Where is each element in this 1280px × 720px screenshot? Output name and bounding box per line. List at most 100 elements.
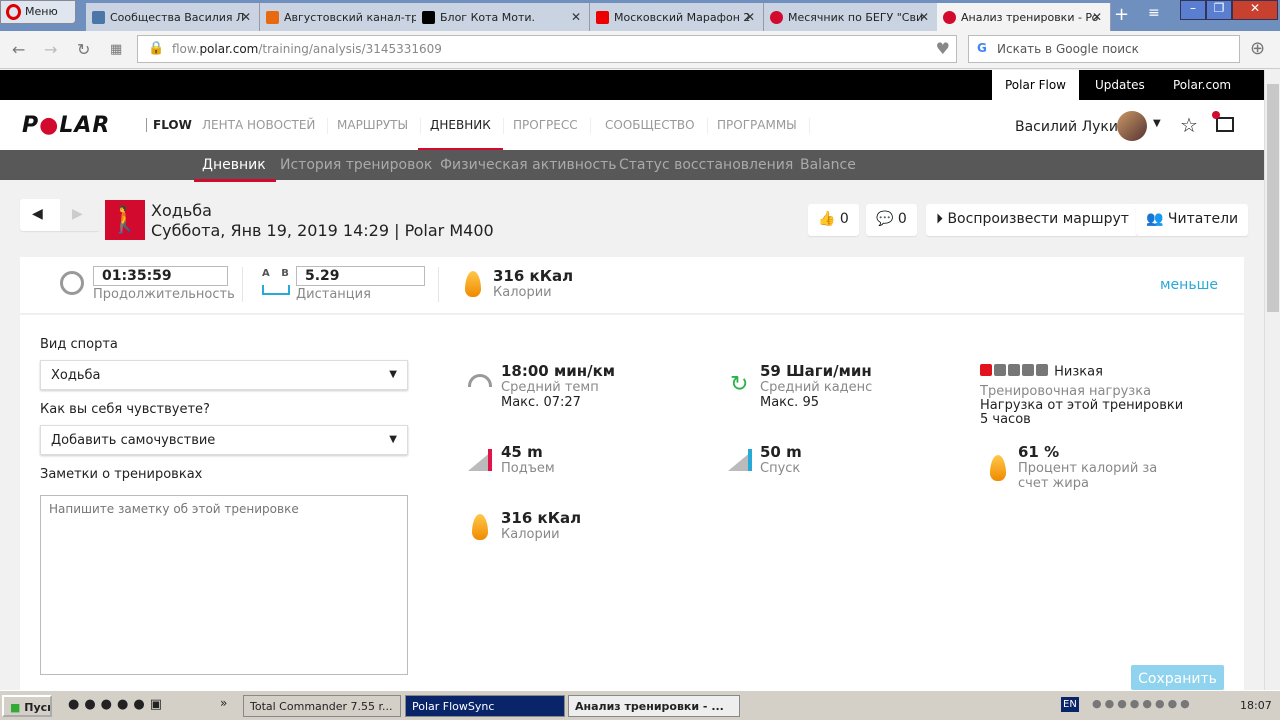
next-session-button[interactable]: ▶ [60,199,100,231]
subnav-recovery[interactable]: Статус восстановления [619,157,793,173]
browser-tab[interactable]: Блог Кота Моти. ✕ [416,3,590,31]
close-icon[interactable]: ✕ [241,10,251,24]
duration-label: Продолжительность [93,287,235,302]
session-date-device: Суббота, Янв 19, 2019 14:29 | Polar M400 [151,221,494,240]
sub-nav: Дневник История тренировок Физическая ак… [0,150,1264,182]
search-input[interactable]: G Искать в Google поиск [968,35,1240,63]
forward-icon[interactable]: → [44,40,57,59]
notes-label: Заметки о тренировках [40,467,203,482]
tab-menu-icon[interactable]: ≡ [1148,5,1160,21]
less-link[interactable]: меньше [1160,277,1218,293]
address-bar: ← → ↻ ▦ 🔒 flow.polar.com/training/analysi… [0,31,1280,69]
page-scrollbar[interactable] [1264,70,1280,690]
user-name[interactable]: Василий Лукин [1015,119,1127,135]
taskbar-app[interactable]: Total Commander 7.55 r... [243,695,401,717]
nav-item-diary[interactable]: ДНЕВНИК [418,118,504,151]
tray-icons[interactable]: ●●●●●●●● [1092,697,1193,710]
ab-label: A B [262,268,293,279]
scrollbar-thumb[interactable] [1267,84,1279,312]
duration-field[interactable]: 01:35:59 [93,266,228,286]
stat-training-load: Низкая Тренировочная нагрузка Нагрузка о… [980,364,1184,427]
save-button[interactable]: Сохранить [1131,665,1224,690]
restore-button[interactable]: ❐ [1206,0,1232,20]
quick-launch-icons[interactable]: ●●●●●▣ [68,697,167,712]
download-icon[interactable]: ⊕ [1250,38,1265,59]
minimize-button[interactable]: – [1180,0,1206,20]
load-segment [994,364,1006,376]
close-icon[interactable]: ✕ [745,10,755,24]
sport-label: Вид спорта [40,337,118,352]
taskbar-app-active[interactable]: Анализ тренировки - ... [568,695,740,717]
updates-link[interactable]: Updates [1082,70,1158,100]
language-indicator[interactable]: EN [1061,697,1079,712]
heart-icon[interactable]: ♥ [936,39,950,58]
browser-tab[interactable]: Сообщества Василия Л ✕ [86,3,260,31]
feeling-label: Как вы себя чувствуете? [40,402,210,417]
main-nav: P●LAR FLOW ЛЕНТА НОВОСТЕЙ МАРШРУТЫ ДНЕВН… [0,100,1264,151]
walking-icon: 🚶 [105,200,145,240]
comments-button[interactable]: 💬 0 [866,204,917,236]
load-segment [1008,364,1020,376]
notifications-icon[interactable] [1212,111,1234,132]
polar-flow-link[interactable]: Polar Flow [992,70,1079,100]
notes-textarea[interactable] [40,495,408,675]
opera-icon [6,4,21,20]
browser-tab[interactable]: Московский Марафон 2 ✕ [590,3,764,31]
browser-menu-button[interactable]: Меню [0,0,76,24]
load-meter [980,364,1050,380]
load-segment [1036,364,1048,376]
url-input[interactable]: 🔒 flow.polar.com/training/analysis/314533… [137,35,957,63]
new-tab-button[interactable]: + [1114,4,1129,25]
stat-pace: 18:00 мин/км Средний темп Макс. 07:27 [468,362,615,410]
subnav-diary[interactable]: Дневник [194,157,276,182]
nav-item-feed[interactable]: ЛЕНТА НОВОСТЕЙ [190,118,329,134]
close-icon[interactable]: ✕ [919,10,929,24]
close-window-button[interactable]: ✕ [1232,0,1278,20]
stat-calories: 316 кКал Калории [470,509,581,542]
browser-tab-active[interactable]: Анализ тренировки - Po ✕ [937,3,1111,31]
nav-item-progress[interactable]: ПРОГРЕСС [501,118,591,134]
session-pager: ◀ ▶ [20,199,100,231]
people-icon: 👥 [1146,211,1164,227]
subnav-balance[interactable]: Balance [800,157,856,173]
nav-item-routes[interactable]: МАРШРУТЫ [325,118,422,134]
browser-tab[interactable]: Месячник по БЕГУ "Сви ✕ [764,3,938,31]
avatar[interactable] [1117,111,1147,141]
speed-dial-icon[interactable]: ▦ [110,42,122,57]
subnav-history[interactable]: История тренировок [280,157,432,173]
browser-tab[interactable]: Августовский канал-тр✕ [260,3,434,31]
sport-title: Ходьба [151,201,212,220]
subnav-activity[interactable]: Физическая активность [440,157,617,173]
more-icon[interactable]: » [220,696,227,710]
windows-icon: ■ [10,701,21,714]
polar-icon [770,11,783,24]
load-segment [1022,364,1034,376]
distance-field[interactable]: 5.29 [296,266,425,286]
nav-item-community[interactable]: СООБЩЕСТВО [593,118,708,134]
start-button[interactable]: ■ Пуск [2,695,52,717]
chevron-down-icon[interactable]: ▼ [1153,118,1161,129]
like-button[interactable]: 👍 0 [808,204,859,236]
polar-logo[interactable]: P●LAR [22,113,110,138]
stat-fat-percent: 61 % Процент калорий за счет жира [988,443,1188,491]
readers-button[interactable]: 👥 Читатели [1136,204,1249,236]
star-icon[interactable]: ☆ [1180,113,1198,137]
nav-item-programs[interactable]: ПРОГРАММЫ [705,118,810,134]
polar-com-link[interactable]: Polar.com [1160,70,1244,100]
polar-icon [943,11,956,24]
sport-select[interactable]: Ходьба [40,360,408,390]
flame-icon [465,271,481,297]
calories-value: 316 кКал [493,267,574,285]
speedometer-icon [468,374,492,387]
prev-session-button[interactable]: ◀ [32,206,43,222]
polar-top-bar: Polar Flow Updates Polar.com [0,70,1264,100]
load-segment [980,364,992,376]
close-icon[interactable]: ✕ [571,10,581,24]
stopwatch-icon [60,271,84,295]
close-icon[interactable]: ✕ [1092,10,1102,24]
back-icon[interactable]: ← [12,40,25,59]
reload-icon[interactable]: ↻ [77,40,90,59]
taskbar-app[interactable]: Polar FlowSync [405,695,565,717]
replay-route-button[interactable]: ⏵ Воспроизвести маршрут [926,204,1139,236]
feeling-select[interactable]: Добавить самочувствие [40,425,408,455]
